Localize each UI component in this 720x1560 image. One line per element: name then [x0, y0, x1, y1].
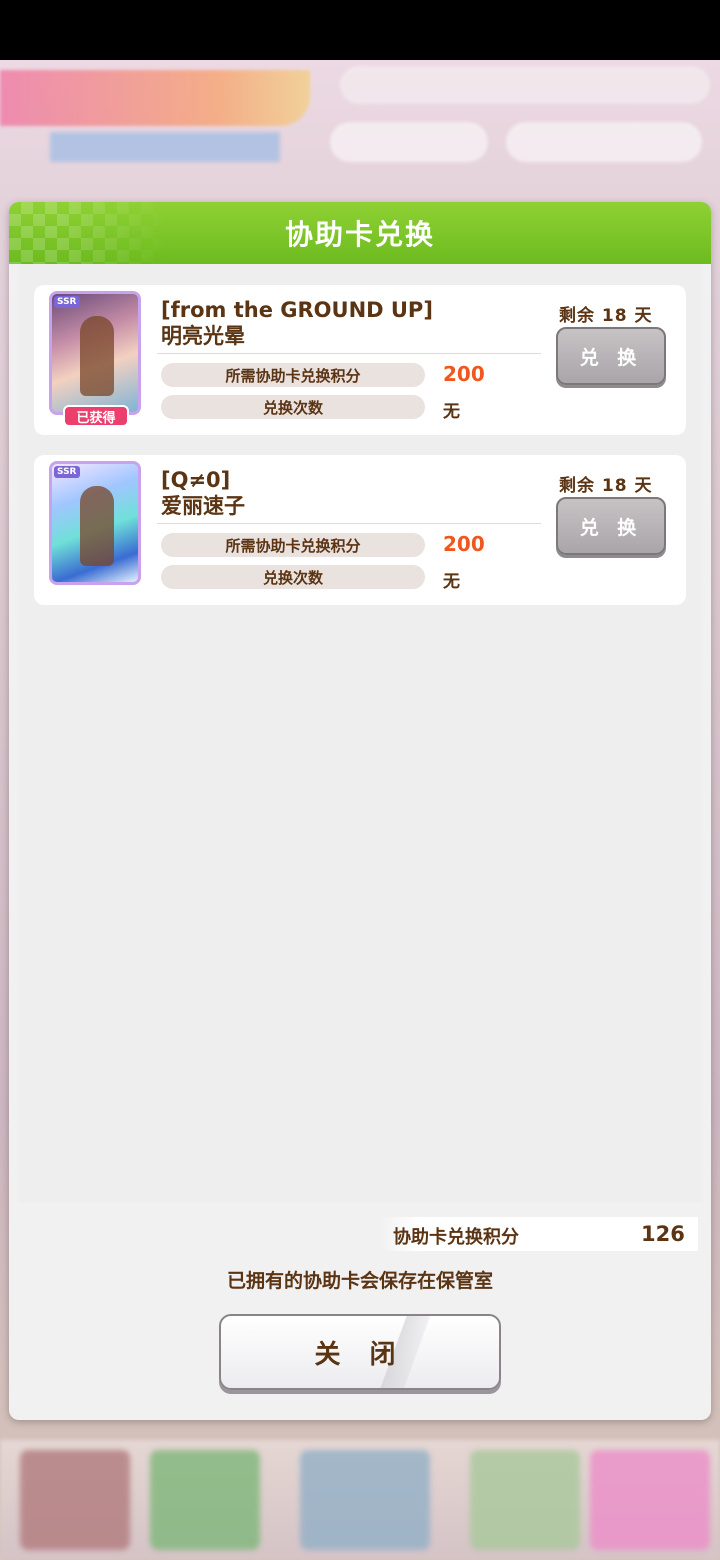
divider — [157, 353, 541, 354]
card-character-art — [80, 316, 114, 396]
exchange-button[interactable]: 兑 换 — [556, 497, 666, 555]
support-card-image[interactable]: SSR — [49, 461, 141, 585]
cost-label: 所需协助卡兑换积分 — [161, 533, 425, 557]
exchange-item: SSR 已获得 [from the GROUND UP] 明亮光晕 所需协助卡兑… — [34, 285, 686, 435]
background-subbanner — [50, 132, 280, 162]
card-name: [Q≠0] 爱丽速子 — [161, 467, 245, 519]
cost-value: 200 — [443, 362, 485, 386]
exchange-button[interactable]: 兑 换 — [556, 327, 666, 385]
cost-value: 200 — [443, 532, 485, 556]
card-character-name: 明亮光晕 — [161, 324, 245, 348]
dialog-title: 协助卡兑换 — [284, 218, 435, 251]
background-nav-tile — [20, 1450, 130, 1550]
card-title-line: [from the GROUND UP] — [161, 298, 433, 322]
card-character-name: 爱丽速子 — [161, 494, 245, 518]
background-nav-tile — [470, 1450, 580, 1550]
close-button-label: 关 闭 — [314, 1339, 406, 1370]
remaining-days: 剩余 18 天 — [559, 306, 653, 326]
background-nav-tile — [590, 1450, 710, 1550]
storage-note: 已拥有的协助卡会保存在保管室 — [226, 1270, 493, 1292]
background-nav-tile — [300, 1450, 430, 1550]
background-nav-tile — [150, 1450, 260, 1550]
exchange-list[interactable]: SSR 已获得 [from the GROUND UP] 明亮光晕 所需协助卡兑… — [18, 264, 702, 1202]
status-bar — [0, 0, 720, 60]
exchange-count-label: 兑换次数 — [161, 395, 425, 419]
background-pill — [506, 122, 702, 162]
exchange-count-value: 无 — [443, 572, 460, 592]
background-pill — [330, 122, 488, 162]
background-currency-bar — [340, 66, 710, 104]
exchange-count-value: 无 — [443, 402, 460, 422]
remaining-days: 剩余 18 天 — [559, 476, 653, 496]
rarity-badge: SSR — [54, 296, 80, 308]
card-name: [from the GROUND UP] 明亮光晕 — [161, 297, 433, 349]
close-button[interactable]: 关 闭 — [219, 1314, 501, 1390]
cost-label: 所需协助卡兑换积分 — [161, 363, 425, 387]
rarity-badge: SSR — [54, 466, 80, 478]
support-card-image[interactable]: SSR — [49, 291, 141, 415]
dialog-header: 协助卡兑换 — [9, 202, 711, 264]
card-character-art — [80, 486, 114, 566]
exchange-count-label: 兑换次数 — [161, 565, 425, 589]
divider — [157, 523, 541, 524]
header-pattern — [9, 202, 169, 264]
background-banner — [0, 70, 310, 126]
owned-badge: 已获得 — [63, 405, 129, 427]
points-value: 126 — [641, 1222, 685, 1246]
support-card-exchange-dialog: 协助卡兑换 SSR 已获得 [from the GROUND UP] 明亮光晕 … — [9, 202, 711, 1420]
exchange-item: SSR [Q≠0] 爱丽速子 所需协助卡兑换积分 200 兑换次数 无 剩余 1… — [34, 455, 686, 605]
points-label: 协助卡兑换积分 — [393, 1227, 519, 1248]
card-title-line: [Q≠0] — [161, 468, 231, 492]
